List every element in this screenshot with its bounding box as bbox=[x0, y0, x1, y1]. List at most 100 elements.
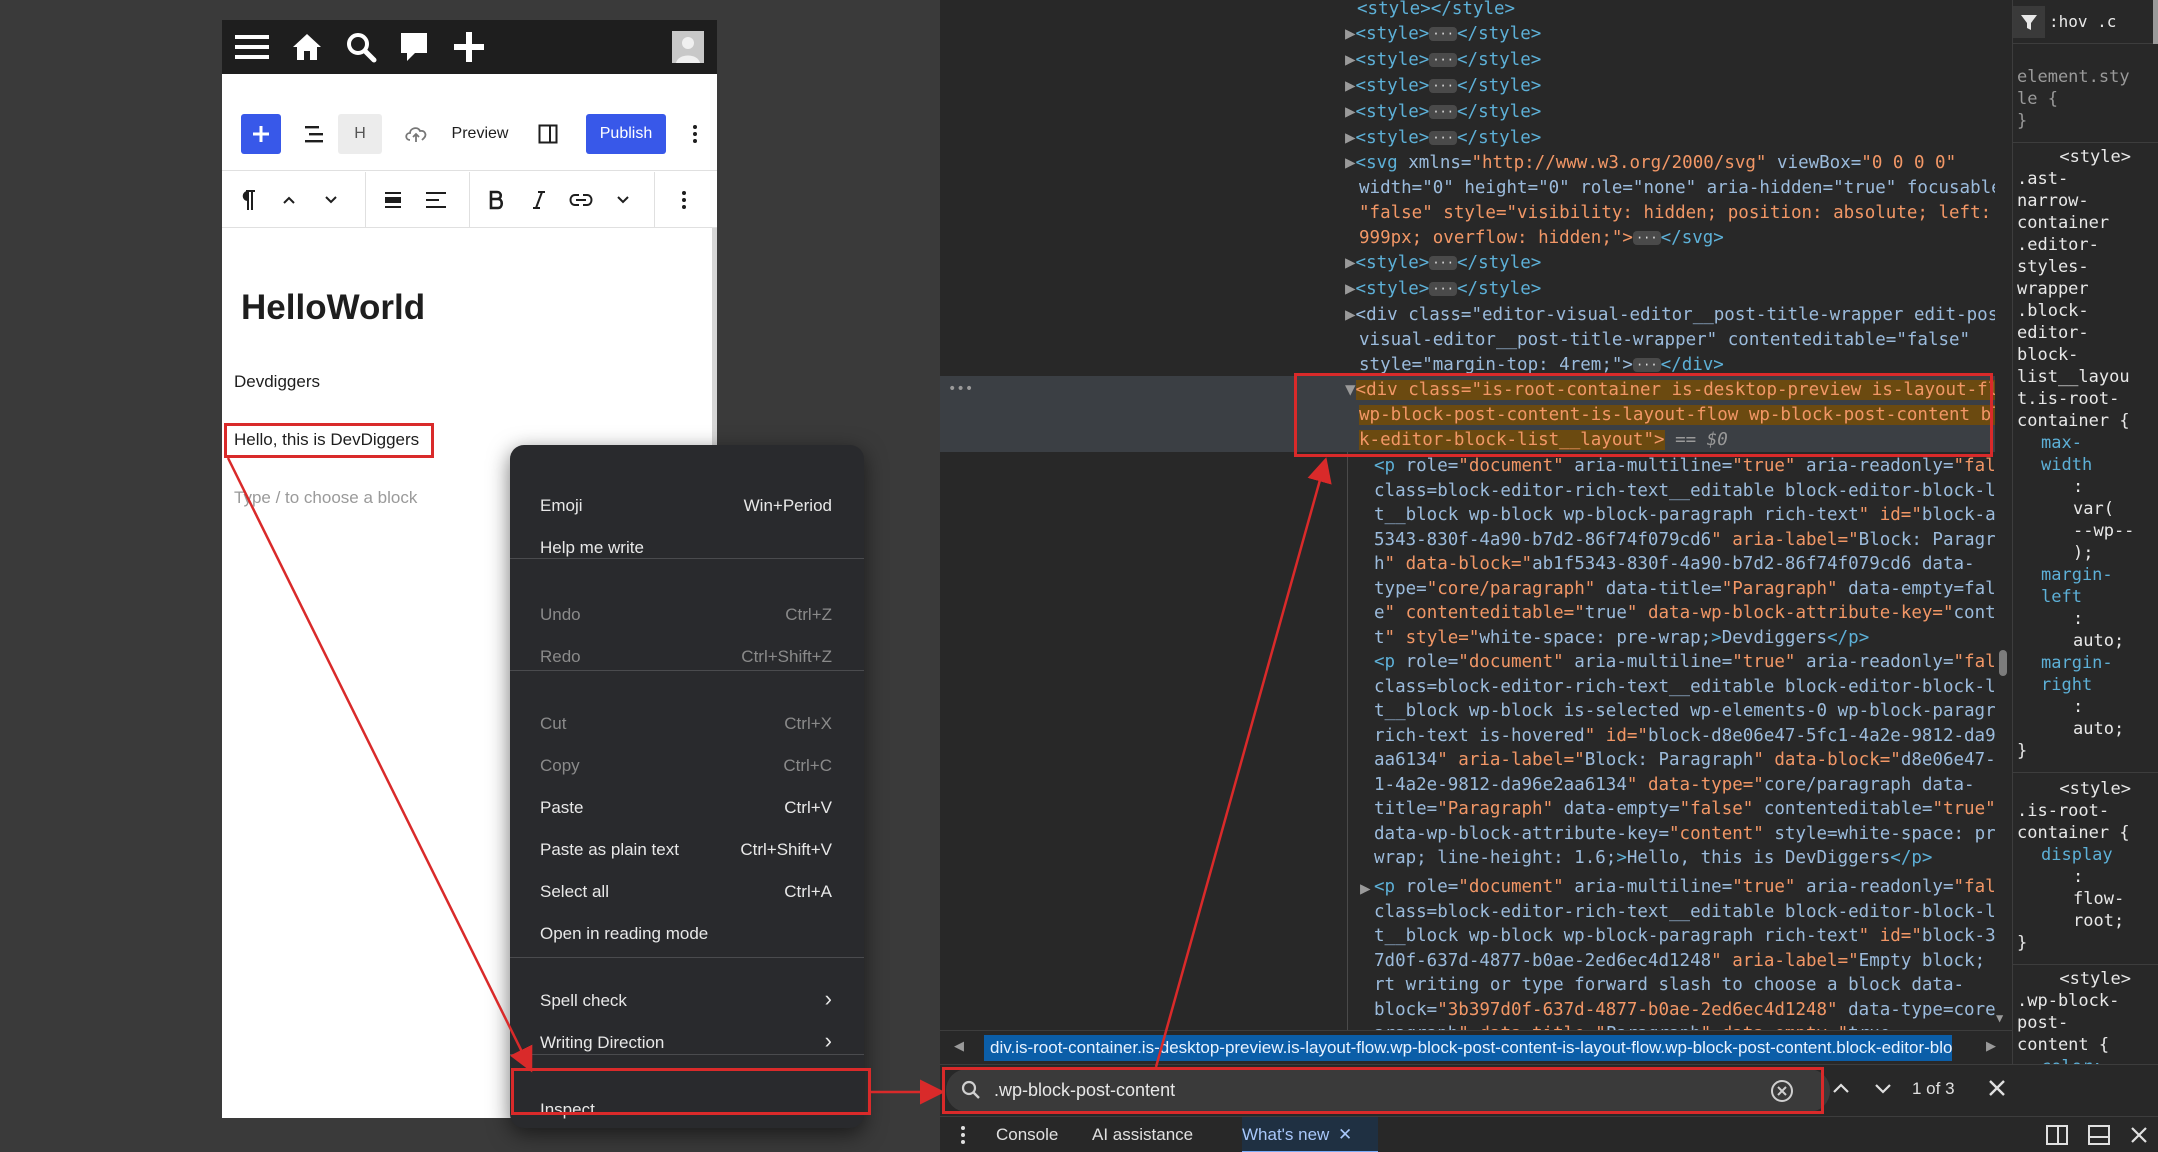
menu-item-writing-direction[interactable]: Writing Direction › bbox=[510, 1022, 864, 1064]
home-icon[interactable] bbox=[285, 26, 329, 68]
previous-match-icon[interactable] bbox=[1828, 1076, 1854, 1105]
comment-icon[interactable] bbox=[392, 26, 436, 68]
close-drawer-icon[interactable] bbox=[2130, 1126, 2148, 1149]
dock-bottom-icon[interactable] bbox=[2088, 1125, 2110, 1150]
expand-arrow-icon[interactable]: ▶ bbox=[1345, 253, 1356, 273]
search-icon[interactable] bbox=[339, 26, 383, 68]
menu-item-select-all[interactable]: Select all Ctrl+A bbox=[510, 871, 864, 913]
more-rich-text-controls[interactable] bbox=[606, 180, 640, 220]
drawer-menu-icon[interactable] bbox=[960, 1125, 966, 1150]
ellipsis-icon[interactable]: ··· bbox=[1429, 256, 1457, 270]
attr-line: style="margin-top: 4rem;"> bbox=[1359, 355, 1633, 375]
ellipsis-icon[interactable]: ··· bbox=[1429, 27, 1457, 41]
post-title[interactable]: HelloWorld bbox=[241, 288, 425, 328]
paragraph-block-button[interactable] bbox=[228, 180, 268, 220]
next-match-icon[interactable] bbox=[1870, 1076, 1896, 1105]
menu-item-help-me-write[interactable]: Help me write bbox=[510, 527, 864, 569]
expand-arrow-icon[interactable]: ▶ bbox=[1345, 50, 1356, 70]
dom-node-style[interactable]: ▶<style> ··· </style> bbox=[1345, 100, 1541, 125]
ellipsis-icon[interactable]: ··· bbox=[1429, 53, 1457, 67]
ellipsis-icon[interactable]: ··· bbox=[1632, 358, 1661, 372]
empty-block-placeholder[interactable]: Type / to choose a block bbox=[234, 488, 417, 508]
hamburger-icon[interactable] bbox=[230, 26, 274, 68]
breadcrumb-item[interactable]: div.is-root-container.is-desktop-preview… bbox=[984, 1035, 1952, 1061]
dom-scrollbar-track[interactable] bbox=[1995, 0, 2010, 1030]
tag-close: </style> bbox=[1457, 50, 1542, 70]
ellipsis-icon[interactable]: ··· bbox=[1429, 282, 1457, 296]
editor-scrollbar[interactable] bbox=[712, 228, 717, 468]
menu-item-paste[interactable]: Paste Ctrl+V bbox=[510, 787, 864, 829]
dom-node-style[interactable]: ▶<style> ··· </style> bbox=[1345, 48, 1541, 73]
dom-node-style[interactable]: ▶<style> ··· </style> bbox=[1345, 22, 1541, 47]
align-text-button[interactable] bbox=[417, 180, 455, 220]
publish-button[interactable]: Publish bbox=[586, 114, 666, 154]
menu-item-cut[interactable]: Cut Ctrl+X bbox=[510, 703, 864, 745]
scroll-down-icon[interactable]: ▼ bbox=[1996, 1006, 2003, 1030]
menu-item-paste-as-plain-text[interactable]: Paste as plain text Ctrl+Shift+V bbox=[510, 829, 864, 871]
avatar-icon[interactable] bbox=[666, 26, 710, 68]
filter-icon[interactable] bbox=[2013, 6, 2045, 38]
menu-item-emoji[interactable]: Emoji Win+Period bbox=[510, 485, 864, 527]
move-up-button[interactable] bbox=[272, 180, 306, 220]
node-actions-ellipsis-icon[interactable]: ••• bbox=[948, 377, 973, 402]
dom-node-style[interactable]: ▶<style> ··· </style> bbox=[1345, 74, 1541, 99]
style-rule-element[interactable]: element.sty le {} bbox=[2013, 44, 2158, 143]
styles-scrollbar[interactable] bbox=[2153, 0, 2158, 44]
expand-arrow-icon[interactable]: ▶ bbox=[1345, 128, 1356, 148]
menu-item-copy[interactable]: Copy Ctrl+C bbox=[510, 745, 864, 787]
change-alignment-button[interactable] bbox=[374, 180, 412, 220]
expand-arrow-icon[interactable]: ▶ bbox=[1345, 102, 1356, 122]
tab-whats-new[interactable]: What's new ✕ bbox=[1242, 1117, 1378, 1152]
dock-side-icon[interactable] bbox=[2046, 1125, 2068, 1150]
menu-item-spell-check[interactable]: Spell check › bbox=[510, 980, 864, 1022]
expand-arrow-icon[interactable]: ▶ bbox=[1345, 76, 1356, 96]
expand-arrow-icon[interactable]: ▶ bbox=[1345, 24, 1356, 44]
style-rule-text: : bbox=[2073, 867, 2084, 887]
tab-ai-assistance[interactable]: AI assistance bbox=[1092, 1125, 1193, 1145]
plus-icon bbox=[253, 126, 269, 142]
hov-toggle[interactable]: :hov .c bbox=[2049, 11, 2116, 33]
expand-arrow-icon[interactable]: ▶ bbox=[1345, 153, 1356, 173]
menu-item-redo[interactable]: Redo Ctrl+Shift+Z bbox=[510, 636, 864, 678]
preview-button[interactable]: Preview bbox=[446, 114, 514, 154]
move-down-button[interactable] bbox=[314, 180, 348, 220]
expand-arrow-icon[interactable]: ▶ bbox=[1345, 305, 1356, 325]
dom-node-style[interactable]: ▶<style> ··· </style> bbox=[1345, 277, 1541, 302]
paragraph-block[interactable]: Devdiggers bbox=[234, 372, 320, 392]
dom-node-style[interactable]: <style></style> bbox=[1357, 0, 1515, 22]
document-overview-button[interactable] bbox=[296, 114, 336, 154]
more-options-button[interactable] bbox=[680, 114, 710, 154]
close-tab-icon[interactable]: ✕ bbox=[1338, 1125, 1352, 1145]
ellipsis-icon[interactable]: ··· bbox=[1632, 231, 1661, 245]
link-button[interactable] bbox=[562, 180, 600, 220]
expand-arrow-icon[interactable]: ▶ bbox=[1345, 279, 1356, 299]
heading-button[interactable]: H bbox=[338, 114, 382, 154]
save-draft-button[interactable] bbox=[396, 114, 436, 154]
breadcrumb-right-icon[interactable]: ▶ bbox=[1986, 1038, 1996, 1054]
ellipsis-icon[interactable]: ··· bbox=[1429, 105, 1457, 119]
style-rule-ast-narrow[interactable]: <style> .ast-narrow-container .editor-styl… bbox=[2013, 140, 2158, 773]
close-search-icon[interactable] bbox=[1986, 1077, 2008, 1104]
style-rule-text: .wp-block- bbox=[2017, 991, 2120, 1011]
menu-item-label: Select all bbox=[540, 882, 609, 901]
menu-item-open-in-reading-mode[interactable]: Open in reading mode bbox=[510, 913, 864, 955]
ellipsis-icon[interactable]: ··· bbox=[1429, 79, 1457, 93]
bold-button[interactable] bbox=[477, 180, 515, 220]
dom-node-div[interactable]: ▶<div class="editor-visual-editor__post-… bbox=[1345, 303, 2010, 328]
block-inserter-button[interactable] bbox=[241, 114, 281, 154]
dom-scrollbar-thumb[interactable] bbox=[1999, 650, 2007, 676]
dom-node-svg[interactable]: ▶<svg xmlns="http://www.w3.org/2000/svg"… bbox=[1345, 151, 1956, 176]
tab-console[interactable]: Console bbox=[996, 1125, 1058, 1145]
italic-button[interactable] bbox=[522, 180, 556, 220]
dom-node-style[interactable]: ▶<style> ··· </style> bbox=[1345, 126, 1541, 151]
dom-node-style[interactable]: ▶<style> ··· </style> bbox=[1345, 251, 1541, 276]
breadcrumb-left-icon[interactable]: ◀ bbox=[954, 1038, 964, 1054]
block-options-button[interactable] bbox=[667, 180, 701, 220]
settings-sidebar-button[interactable] bbox=[528, 114, 568, 154]
plus-icon[interactable] bbox=[447, 26, 491, 68]
ellipsis-icon[interactable]: ··· bbox=[1429, 131, 1457, 145]
style-rule-root-container[interactable]: <style> .is-root-container {display: flow-… bbox=[2013, 772, 2158, 965]
menu-item-undo[interactable]: Undo Ctrl+Z bbox=[510, 594, 864, 636]
expand-arrow-icon[interactable]: ▶ bbox=[1360, 877, 1371, 902]
style-rule-text: container { bbox=[2017, 411, 2130, 431]
